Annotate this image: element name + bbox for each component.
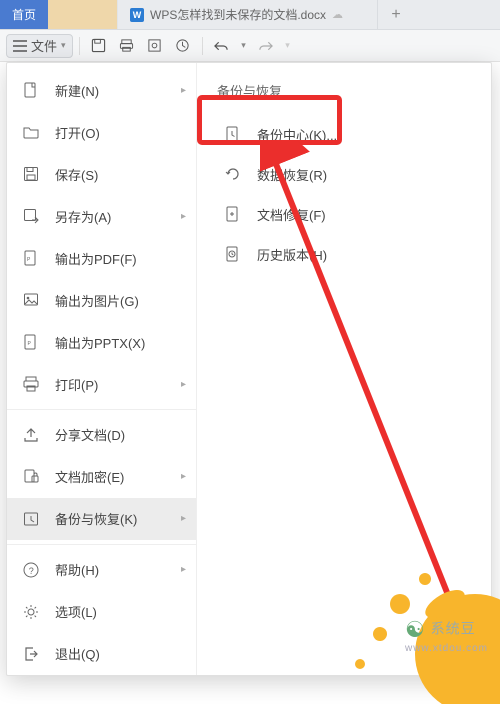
menu-item-label: 退出(Q)	[55, 644, 100, 663]
backup-icon	[21, 509, 41, 529]
save-button[interactable]	[86, 34, 112, 58]
menu-item-new[interactable]: 新建(N) ▸	[7, 69, 196, 111]
tab-new[interactable]: +	[378, 0, 414, 29]
pdf-icon: P	[21, 248, 41, 268]
toolbar: 文件 ▾ ▾ ▾	[0, 30, 500, 62]
menu-item-label: 另存为(A)	[55, 207, 111, 226]
image-icon	[21, 290, 41, 310]
menu-item-label: 文档加密(E)	[55, 467, 124, 486]
tab-document-title: WPS怎样找到未保存的文档.docx	[150, 6, 326, 23]
new-file-icon	[21, 80, 41, 100]
toolbar-separator	[79, 37, 80, 55]
save-icon	[21, 164, 41, 184]
menu-item-label: 输出为PPTX(X)	[55, 333, 145, 352]
watermark-url: www.xtdou.com	[405, 643, 488, 654]
menu-item-print[interactable]: 打印(P) ▸	[7, 363, 196, 405]
menu-item-label: 打开(O)	[55, 123, 100, 142]
svg-text:P: P	[27, 257, 31, 263]
menu-item-open[interactable]: 打开(O)	[7, 111, 196, 153]
menu-item-saveas[interactable]: 另存为(A) ▸	[7, 195, 196, 237]
folder-open-icon	[21, 122, 41, 142]
tab-bar: 首页 W WPS怎样找到未保存的文档.docx ☁ +	[0, 0, 500, 30]
help-icon: ?	[21, 560, 41, 580]
svg-text:?: ?	[29, 566, 34, 576]
gear-icon	[21, 602, 41, 622]
chevron-right-icon: ▸	[181, 379, 186, 390]
menu-item-help[interactable]: ? 帮助(H) ▸	[7, 549, 196, 591]
plus-icon: +	[391, 6, 400, 24]
watermark: ☯ 系统豆 www.xtdou.com	[405, 617, 488, 654]
repair-icon	[223, 204, 243, 224]
toolbar-separator	[202, 37, 203, 55]
menu-item-export-pptx[interactable]: P 输出为PPTX(X)	[7, 321, 196, 363]
tool-button-4[interactable]	[170, 34, 196, 58]
menu-item-label: 输出为图片(G)	[55, 291, 139, 310]
history-icon	[223, 244, 243, 264]
menu-item-encrypt[interactable]: 文档加密(E) ▸	[7, 456, 196, 498]
menu-item-label: 分享文档(D)	[55, 425, 125, 444]
menu-divider	[7, 409, 196, 410]
tab-unknown[interactable]	[48, 0, 118, 29]
menu-item-options[interactable]: 选项(L)	[7, 591, 196, 633]
menu-item-export-image[interactable]: 输出为图片(G)	[7, 279, 196, 321]
print-button[interactable]	[114, 34, 140, 58]
menu-item-label: 帮助(H)	[55, 560, 99, 579]
menu-item-share[interactable]: 分享文档(D)	[7, 414, 196, 456]
menu-item-label: 输出为PDF(F)	[55, 249, 137, 268]
file-menu-label: 文件	[31, 36, 57, 55]
menu-divider	[7, 544, 196, 545]
ppt-icon: P	[21, 332, 41, 352]
submenu-item-label: 文档修复(F)	[257, 205, 326, 224]
menu-item-label: 保存(S)	[55, 165, 98, 184]
svg-text:P: P	[28, 341, 32, 347]
annotation-highlight-box	[197, 95, 342, 145]
menu-item-save[interactable]: 保存(S)	[7, 153, 196, 195]
menu-item-label: 打印(P)	[55, 375, 98, 394]
cloud-icon: ☁	[332, 8, 343, 21]
tab-home-label: 首页	[12, 6, 36, 23]
menu-item-label: 新建(N)	[55, 81, 99, 100]
print-preview-button[interactable]	[142, 34, 168, 58]
chevron-right-icon: ▸	[181, 211, 186, 222]
chevron-right-icon: ▸	[181, 85, 186, 96]
share-icon	[21, 425, 41, 445]
redo-dropdown[interactable]: ▾	[281, 34, 295, 58]
submenu-item-doc-repair[interactable]: 文档修复(F)	[217, 194, 471, 234]
file-menu-button[interactable]: 文件 ▾	[6, 34, 73, 58]
file-menu-list: 新建(N) ▸ 打开(O) 保存(S) 另存为(A) ▸ P 输出为PDF(F)…	[7, 63, 197, 675]
submenu-item-label: 数据恢复(R)	[257, 165, 327, 184]
menu-item-exit[interactable]: 退出(Q)	[7, 633, 196, 675]
submenu-item-label: 历史版本(H)	[257, 245, 327, 264]
exit-icon	[21, 644, 41, 664]
recover-icon	[223, 164, 243, 184]
menu-item-label: 选项(L)	[55, 602, 97, 621]
saveas-icon	[21, 206, 41, 226]
chevron-right-icon: ▸	[181, 471, 186, 482]
chevron-right-icon: ▸	[181, 513, 186, 524]
hamburger-icon	[13, 40, 27, 52]
submenu-item-data-recover[interactable]: 数据恢复(R)	[217, 154, 471, 194]
lock-icon	[21, 467, 41, 487]
redo-button[interactable]	[253, 34, 279, 58]
tab-document[interactable]: W WPS怎样找到未保存的文档.docx ☁	[118, 0, 378, 29]
watermark-text: 系统豆	[431, 621, 476, 637]
chevron-down-icon: ▾	[61, 40, 66, 51]
tab-home[interactable]: 首页	[0, 0, 48, 29]
menu-item-export-pdf[interactable]: P 输出为PDF(F)	[7, 237, 196, 279]
undo-dropdown[interactable]: ▾	[237, 34, 251, 58]
word-icon: W	[130, 8, 144, 22]
menu-item-label: 备份与恢复(K)	[55, 509, 137, 528]
chevron-right-icon: ▸	[181, 564, 186, 575]
menu-item-backup-restore[interactable]: 备份与恢复(K) ▸	[7, 498, 196, 540]
print-icon	[21, 374, 41, 394]
submenu-item-history[interactable]: 历史版本(H)	[217, 234, 471, 274]
undo-button[interactable]	[209, 34, 235, 58]
